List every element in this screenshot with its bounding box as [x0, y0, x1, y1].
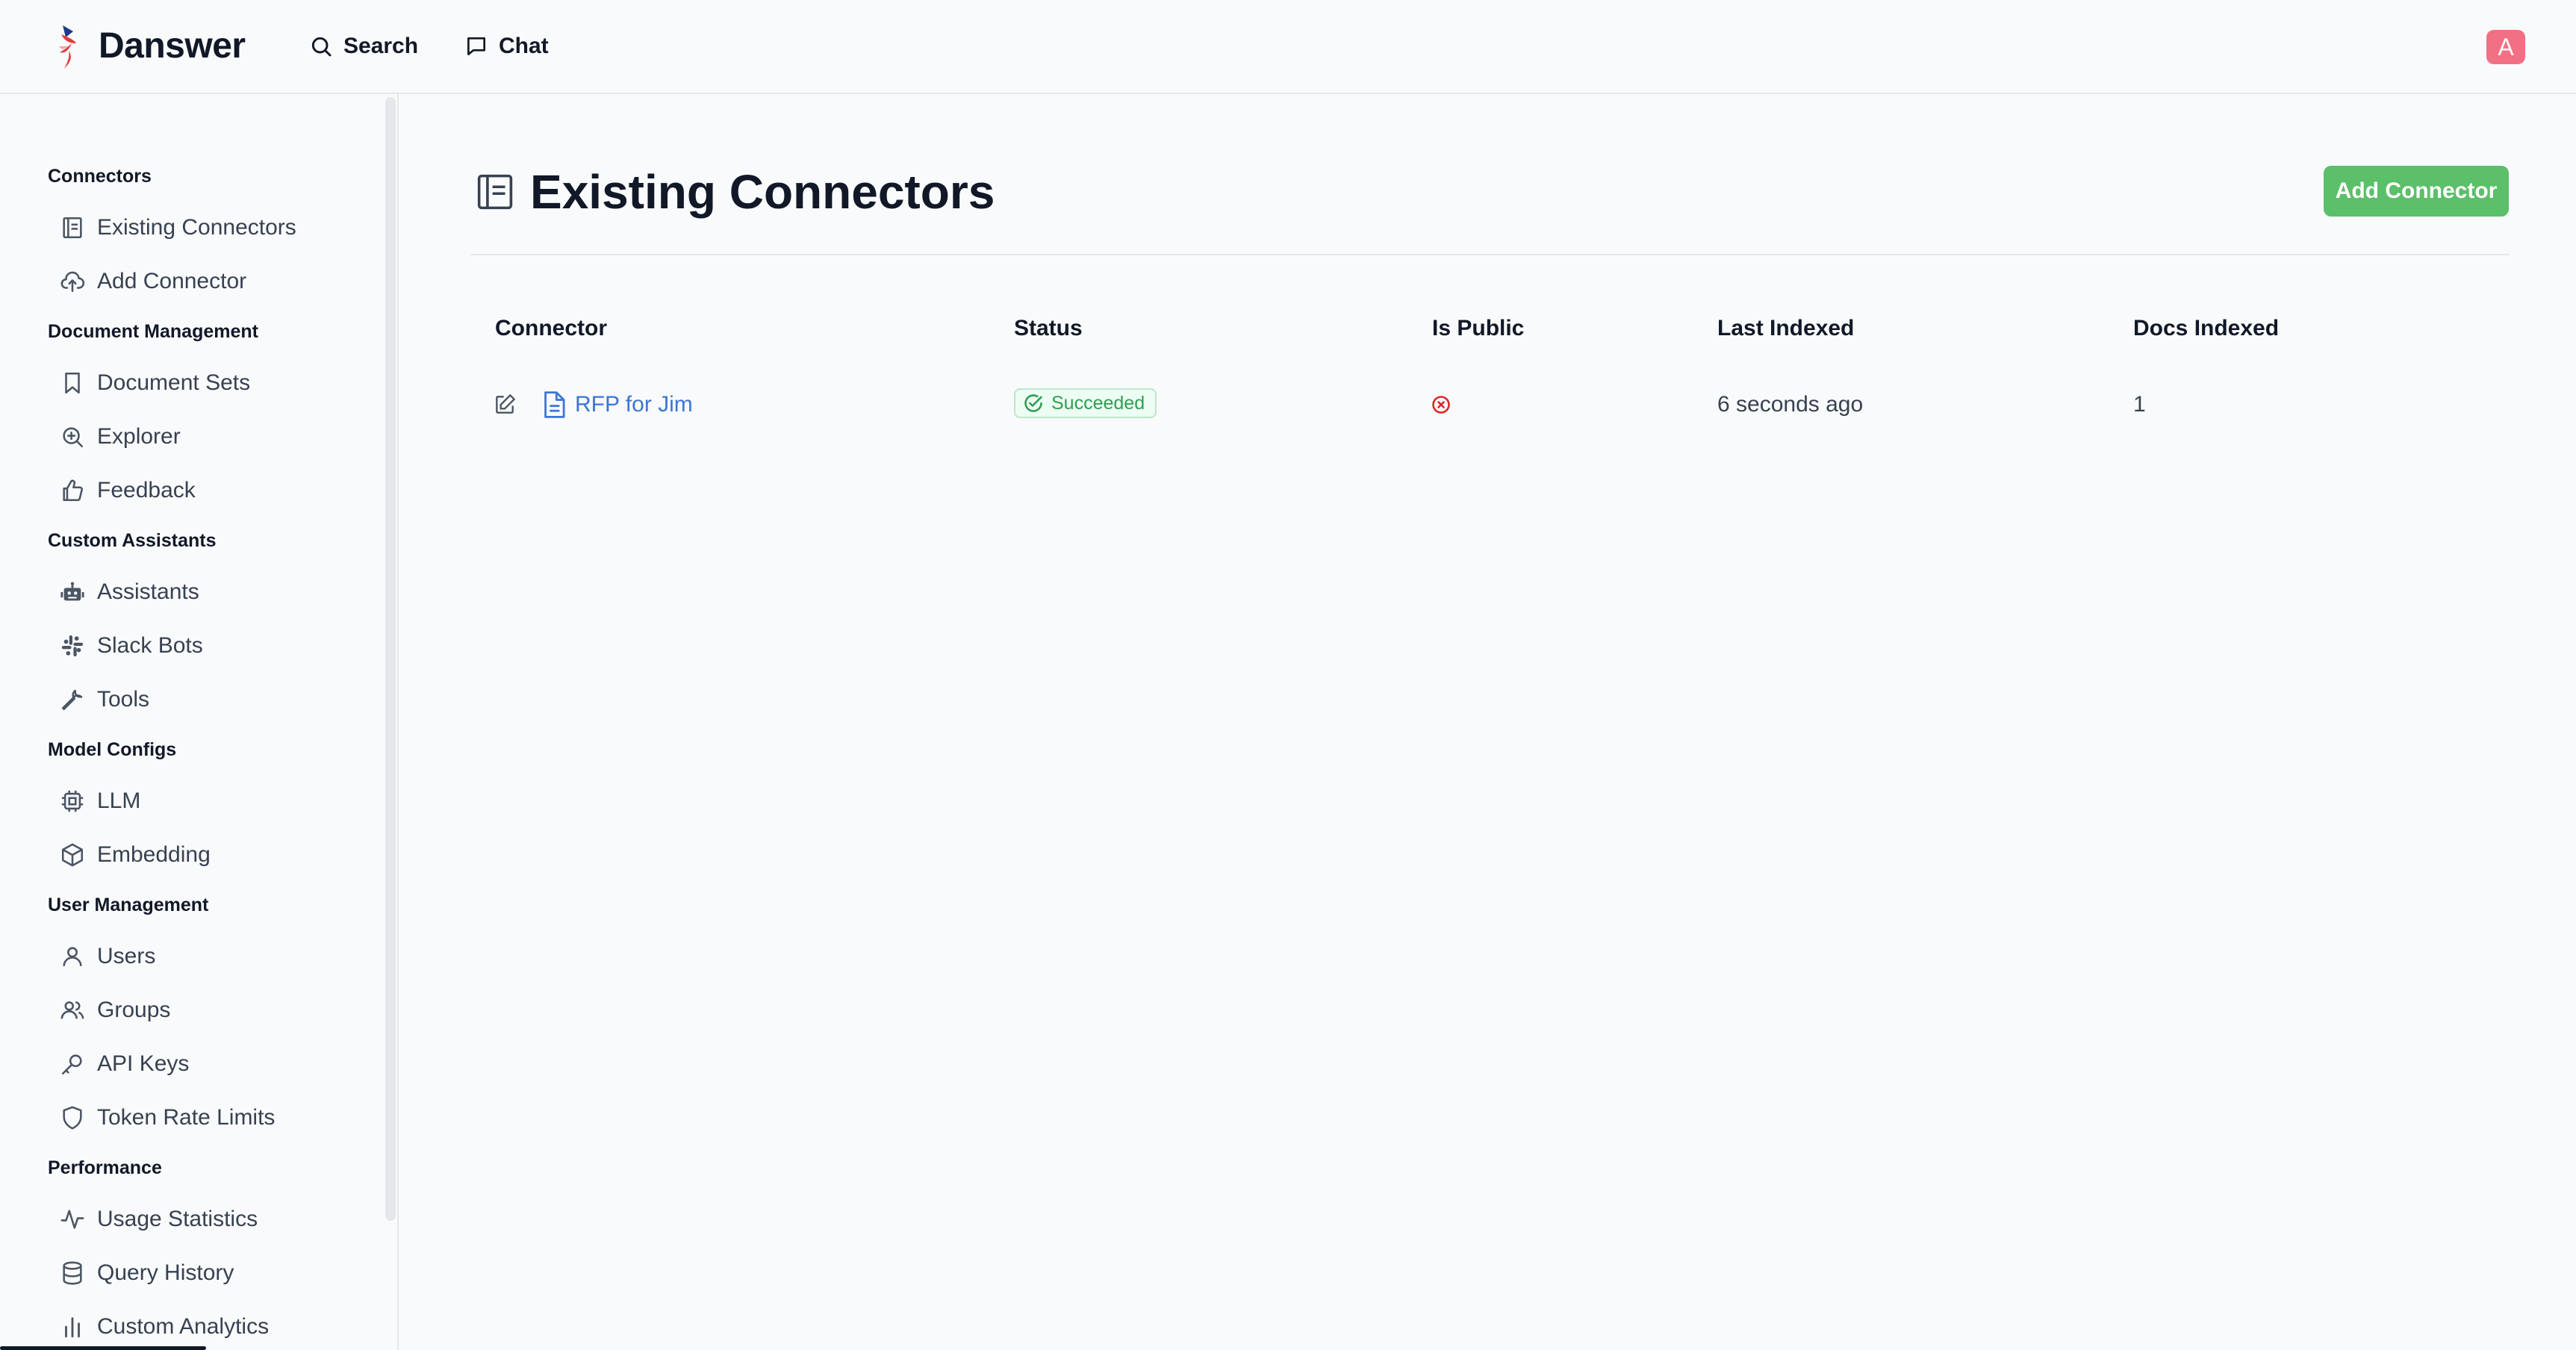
thumbs-up-icon — [63, 479, 84, 502]
sidebar-item-embedding[interactable]: Embedding — [60, 837, 211, 873]
page-title: Existing Connectors — [530, 165, 995, 219]
section-title-custom-assistants: Custom Assistants — [48, 530, 217, 551]
key-icon — [61, 1054, 82, 1075]
sidebar-item-users[interactable]: Users — [60, 939, 155, 974]
sidebar-item-label: Users — [97, 944, 156, 968]
shield-icon — [63, 1106, 82, 1130]
nav-chat-label: Chat — [499, 34, 549, 58]
nav-chat[interactable]: Chat — [464, 22, 549, 70]
status-badge-label: Succeeded — [1051, 392, 1145, 414]
section-title-performance: Performance — [48, 1157, 162, 1178]
sidebar-item-usage-statistics[interactable]: Usage Statistics — [60, 1201, 258, 1237]
connector-name-link[interactable]: RFP for Jim — [575, 390, 693, 420]
last-indexed-value: 6 seconds ago — [1717, 392, 1864, 417]
column-header-connector: Connector — [495, 316, 607, 340]
sidebar-item-label: Usage Statistics — [97, 1207, 258, 1231]
sidebar-item-label: Tools — [97, 687, 150, 712]
cpu-icon — [61, 790, 84, 812]
bookmark-icon — [65, 372, 80, 394]
section-title-document-management: Document Management — [48, 321, 258, 342]
sidebar-item-assistants[interactable]: Assistants — [60, 574, 199, 610]
edit-icon[interactable] — [493, 393, 517, 417]
sidebar-item-slack-bots[interactable]: Slack Bots — [60, 628, 203, 664]
sidebar-item-label: Query History — [97, 1260, 234, 1285]
sidebar-item-label: Feedback — [97, 478, 196, 503]
status-badge: Succeeded — [1014, 388, 1157, 418]
sidebar-item-tools[interactable]: Tools — [60, 682, 149, 718]
file-icon — [544, 391, 565, 418]
section-title-connectors: Connectors — [48, 166, 152, 187]
check-circle-icon — [1024, 394, 1042, 412]
cube-icon — [61, 843, 84, 867]
sidebar-item-label: LLM — [97, 788, 141, 813]
top-bar: Danswer Search Chat A — [0, 0, 2576, 94]
docs-indexed-value: 1 — [2133, 392, 2146, 417]
activity-icon — [60, 1210, 84, 1229]
danswer-logo-icon[interactable] — [52, 21, 85, 72]
sidebar-item-label: API Keys — [97, 1051, 190, 1076]
database-icon — [63, 1261, 82, 1285]
x-circle-icon — [1432, 396, 1450, 414]
cloud-upload-icon — [60, 271, 85, 293]
list-doc-icon — [63, 217, 82, 239]
chat-icon — [467, 37, 485, 55]
nav-search[interactable]: Search — [309, 22, 418, 70]
sidebar-item-label: Existing Connectors — [97, 215, 296, 240]
sidebar-item-add-connector[interactable]: Add Connector — [60, 264, 246, 299]
column-header-is-public: Is Public — [1432, 316, 1525, 340]
sidebar-item-existing-connectors[interactable]: Existing Connectors — [60, 210, 296, 246]
user-avatar[interactable]: A — [2486, 30, 2525, 64]
sidebar-item-feedback[interactable]: Feedback — [60, 473, 196, 508]
sidebar-item-label: Embedding — [97, 842, 211, 867]
search-icon — [311, 37, 332, 57]
wrench-icon — [61, 689, 83, 711]
sidebar-scrollbar[interactable] — [385, 97, 396, 1221]
sidebar-item-label: Assistants — [97, 579, 199, 604]
sidebar-item-groups[interactable]: Groups — [60, 992, 170, 1028]
column-header-docs-indexed: Docs Indexed — [2133, 316, 2280, 340]
sidebar-item-label: Slack Bots — [97, 633, 203, 658]
existing-connectors-icon — [477, 174, 513, 210]
nav-search-label: Search — [343, 34, 419, 58]
sidebar-item-label: Custom Analytics — [97, 1314, 270, 1339]
column-header-status: Status — [1014, 316, 1083, 340]
sidebar-item-explorer[interactable]: Explorer — [60, 419, 181, 455]
sidebar-item-llm[interactable]: LLM — [60, 783, 140, 819]
sidebar-item-api-keys[interactable]: API Keys — [60, 1046, 189, 1082]
add-connector-button[interactable]: Add Connector — [2324, 166, 2509, 217]
sidebar-item-label: Document Sets — [97, 370, 251, 395]
sidebar-item-query-history[interactable]: Query History — [60, 1255, 234, 1291]
users-icon — [60, 1001, 84, 1019]
bottom-edge-bar — [0, 1346, 206, 1350]
sidebar-item-label: Groups — [97, 998, 171, 1022]
section-title-model-configs: Model Configs — [48, 739, 177, 760]
user-icon — [63, 947, 82, 966]
slack-icon — [61, 635, 84, 657]
sidebar-item-token-rate-limits[interactable]: Token Rate Limits — [60, 1100, 275, 1136]
sidebar-item-label: Add Connector — [97, 269, 247, 293]
sidebar-item-label: Explorer — [97, 424, 181, 449]
sidebar-item-document-sets[interactable]: Document Sets — [60, 365, 250, 401]
sidebar-item-label: Token Rate Limits — [97, 1105, 276, 1130]
column-header-last-indexed: Last Indexed — [1717, 316, 1855, 340]
sidebar-item-custom-analytics[interactable]: Custom Analytics — [60, 1309, 269, 1345]
header-divider — [470, 254, 2509, 255]
brand-name: Danswer — [99, 26, 246, 66]
bar-chart-icon — [65, 1317, 80, 1338]
zoom-in-icon — [63, 427, 84, 448]
robot-icon — [60, 582, 84, 601]
section-title-user-management: User Management — [48, 895, 209, 915]
